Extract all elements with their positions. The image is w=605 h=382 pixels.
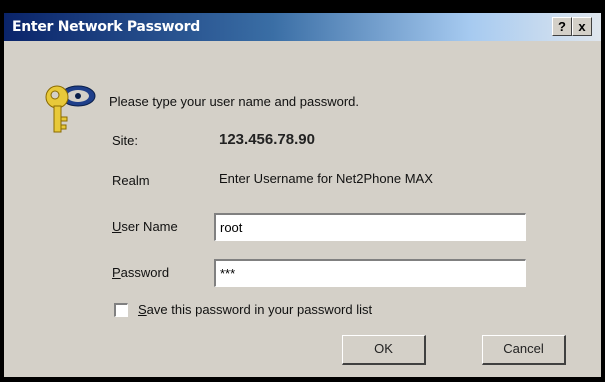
save-password-checkbox[interactable]: [114, 303, 128, 317]
site-value: 123.456.78.90: [219, 131, 315, 148]
key-icon: [45, 85, 96, 133]
cancel-button[interactable]: Cancel: [482, 335, 566, 365]
ok-button[interactable]: OK: [342, 335, 426, 365]
save-password-label[interactable]: Save this password in your password list: [138, 302, 372, 317]
realm-label: Realm: [112, 173, 150, 188]
title-bar: Enter Network Password ? x: [4, 13, 601, 41]
user-name-field[interactable]: [214, 213, 526, 241]
user-name-label: User Name: [112, 219, 178, 234]
site-label: Site:: [112, 133, 139, 148]
help-button[interactable]: ?: [552, 17, 572, 36]
network-password-dialog: Enter Network Password ? x Please type y…: [4, 13, 601, 377]
window-title: Enter Network Password: [12, 19, 200, 35]
close-button[interactable]: x: [572, 17, 592, 36]
password-label: Password: [112, 265, 170, 280]
realm-value: Enter Username for Net2Phone MAX: [219, 171, 433, 186]
prompt-text: Please type your user name and password.: [109, 94, 360, 109]
password-field[interactable]: [214, 259, 526, 287]
